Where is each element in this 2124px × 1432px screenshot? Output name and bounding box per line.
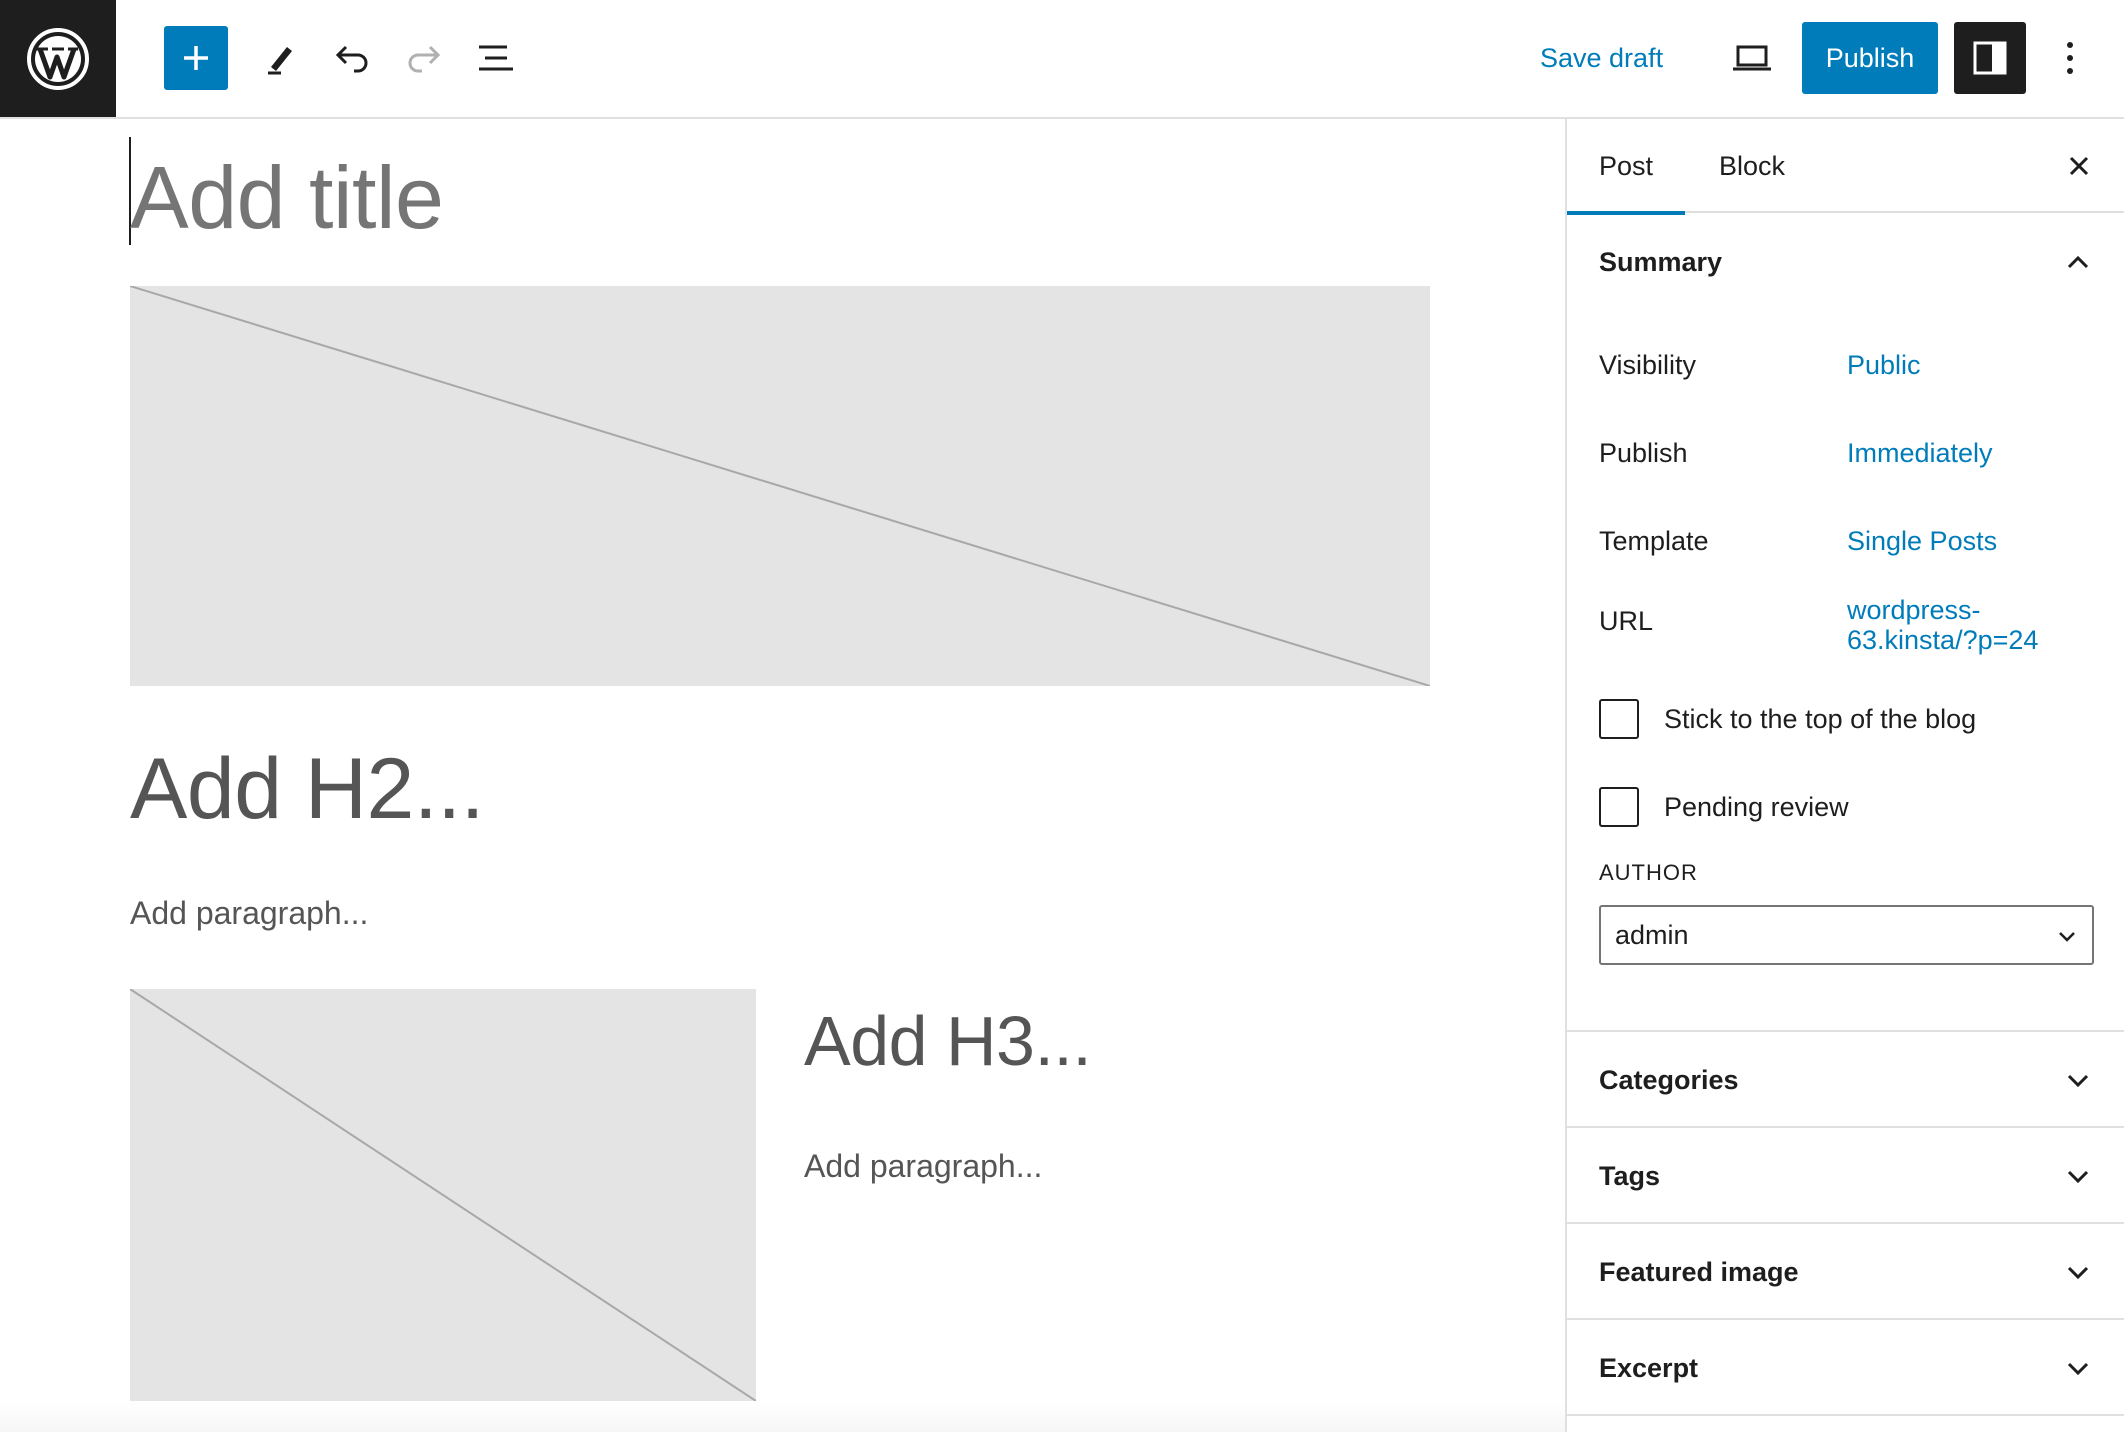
publish-date-link[interactable]: Immediately — [1847, 438, 1993, 468]
post-title-input[interactable]: Add title — [130, 143, 444, 253]
tools-button[interactable] — [248, 26, 312, 90]
undo-button[interactable] — [320, 26, 384, 90]
settings-sidebar: Post Block Summary Visibility Public Pub… — [1565, 119, 2124, 1432]
summary-panel-toggle[interactable]: Summary — [1567, 214, 2124, 310]
editor-toolbar: Save draft Publish — [0, 0, 2124, 119]
author-select[interactable]: admin — [1599, 905, 2094, 965]
bottom-fade — [0, 1402, 1565, 1432]
placeholder-diagonal — [130, 286, 1430, 686]
laptop-icon — [1733, 45, 1771, 71]
categories-panel-toggle[interactable]: Categories — [1567, 1032, 2124, 1128]
author-select-value: admin — [1615, 919, 1689, 950]
summary-heading: Summary — [1599, 246, 1723, 277]
excerpt-panel-toggle[interactable]: Excerpt — [1567, 1320, 2124, 1416]
image-placeholder[interactable] — [130, 286, 1430, 686]
vertical-ellipsis-icon — [2067, 42, 2073, 74]
heading-2-placeholder[interactable]: Add H2... — [130, 739, 485, 839]
paragraph-placeholder[interactable]: Add paragraph... — [804, 1146, 1042, 1186]
publish-button[interactable]: Publish — [1802, 22, 1938, 94]
placeholder-diagonal — [130, 989, 756, 1401]
redo-button[interactable] — [392, 26, 456, 90]
pending-review-label[interactable]: Pending review — [1664, 790, 1849, 824]
template-link[interactable]: Single Posts — [1847, 526, 1997, 556]
panel-divider — [1567, 1414, 2124, 1416]
chevron-down-icon — [2067, 1074, 2089, 1088]
categories-heading: Categories — [1599, 1064, 1739, 1095]
excerpt-heading: Excerpt — [1599, 1352, 1699, 1383]
author-label: AUTHOR — [1599, 860, 1698, 885]
close-sidebar-button[interactable] — [2054, 141, 2104, 191]
tags-panel-toggle[interactable]: Tags — [1567, 1128, 2124, 1224]
options-button[interactable] — [2040, 26, 2100, 90]
sticky-checkbox[interactable] — [1599, 699, 1639, 739]
pencil-icon — [268, 47, 292, 75]
url-label: URL — [1599, 606, 1654, 636]
template-label: Template — [1599, 526, 1709, 556]
chevron-down-icon — [2067, 1362, 2089, 1376]
wordpress-logo-icon — [27, 27, 89, 90]
chevron-down-icon — [2067, 1170, 2089, 1184]
chevron-up-icon — [2067, 255, 2089, 269]
undo-icon — [335, 45, 368, 73]
tab-post[interactable]: Post — [1567, 119, 1687, 215]
visibility-label: Visibility — [1599, 350, 1697, 380]
heading-3-placeholder[interactable]: Add H3... — [804, 999, 1092, 1083]
editor-canvas: Add title Add H2... Add paragraph... Add… — [0, 119, 1565, 1432]
visibility-value-link[interactable]: Public — [1847, 350, 1921, 380]
list-view-button[interactable] — [464, 26, 528, 90]
tags-heading: Tags — [1599, 1160, 1661, 1191]
paragraph-placeholder[interactable]: Add paragraph... — [130, 893, 368, 933]
list-view-icon — [479, 45, 513, 71]
featured-image-panel-toggle[interactable]: Featured image — [1567, 1224, 2124, 1320]
pending-review-checkbox[interactable] — [1599, 787, 1639, 827]
url-link[interactable]: wordpress-63.kinsta/?p=24 — [1847, 595, 2077, 655]
redo-icon — [408, 45, 441, 73]
publish-label: Publish — [1599, 438, 1688, 468]
tab-block[interactable]: Block — [1687, 119, 1817, 213]
sidebar-toggle-icon — [1973, 41, 2007, 75]
wordpress-logo-button[interactable] — [0, 0, 116, 117]
save-draft-button[interactable]: Save draft — [1540, 40, 1663, 76]
plus-icon — [184, 46, 208, 70]
chevron-down-icon — [2067, 1266, 2089, 1280]
settings-button[interactable] — [1954, 22, 2026, 94]
featured-image-heading: Featured image — [1599, 1256, 1799, 1287]
sidebar-tabs: Post Block — [1567, 119, 2124, 215]
image-placeholder[interactable] — [130, 989, 756, 1401]
close-icon — [2069, 156, 2089, 176]
sticky-label[interactable]: Stick to the top of the blog — [1664, 702, 1976, 736]
chevron-down-icon — [2059, 932, 2075, 942]
add-block-button[interactable] — [164, 26, 228, 90]
preview-button[interactable] — [1720, 26, 1784, 90]
